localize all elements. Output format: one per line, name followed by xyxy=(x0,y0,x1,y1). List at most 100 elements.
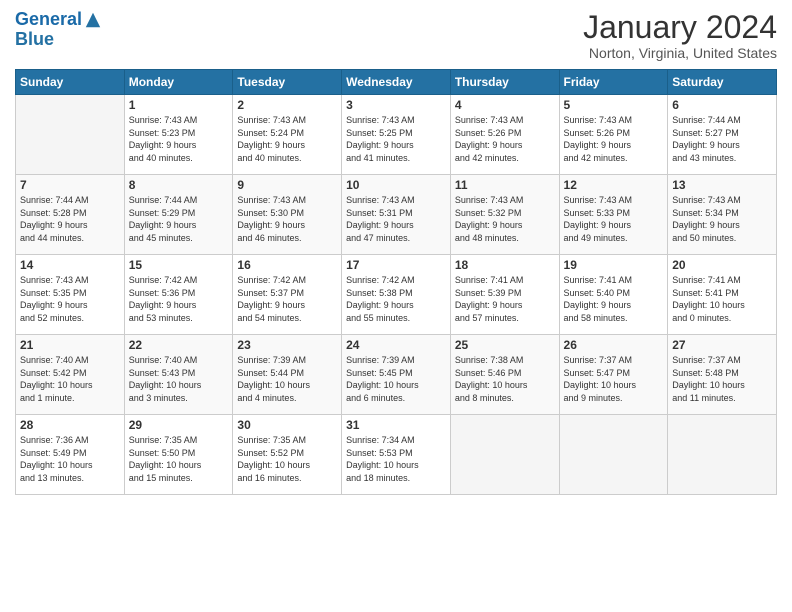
calendar-cell: 9Sunrise: 7:43 AMSunset: 5:30 PMDaylight… xyxy=(233,175,342,255)
day-info: Sunrise: 7:41 AMSunset: 5:39 PMDaylight:… xyxy=(455,274,555,324)
day-number: 30 xyxy=(237,418,337,432)
day-info: Sunrise: 7:43 AMSunset: 5:24 PMDaylight:… xyxy=(237,114,337,164)
week-row-1: 1 Sunrise: 7:43 AMSunset: 5:23 PMDaylight… xyxy=(16,95,777,175)
calendar-cell: 6 Sunrise: 7:44 AMSunset: 5:27 PMDaylight… xyxy=(668,95,777,175)
day-number: 17 xyxy=(346,258,446,272)
month-title: January 2024 xyxy=(583,10,777,45)
week-row-2: 7Sunrise: 7:44 AMSunset: 5:28 PMDaylight… xyxy=(16,175,777,255)
day-info: Sunrise: 7:43 AMSunset: 5:35 PMDaylight:… xyxy=(20,274,120,324)
calendar-cell: 30 Sunrise: 7:35 AMSunset: 5:52 PMDayligh… xyxy=(233,415,342,495)
calendar-cell: 12 Sunrise: 7:43 AMSunset: 5:33 PMDayligh… xyxy=(559,175,668,255)
weekday-header-monday: Monday xyxy=(124,70,233,95)
day-info: Sunrise: 7:42 AMSunset: 5:37 PMDaylight:… xyxy=(237,274,337,324)
main-container: General Blue January 2024 Norton, Virgin… xyxy=(0,0,792,505)
day-info: Sunrise: 7:35 AMSunset: 5:52 PMDaylight:… xyxy=(237,434,337,484)
day-info: Sunrise: 7:39 AMSunset: 5:44 PMDaylight:… xyxy=(237,354,337,404)
day-number: 4 xyxy=(455,98,555,112)
day-number: 20 xyxy=(672,258,772,272)
calendar-cell: 2Sunrise: 7:43 AMSunset: 5:24 PMDaylight… xyxy=(233,95,342,175)
calendar-cell xyxy=(668,415,777,495)
day-number: 6 xyxy=(672,98,772,112)
day-number: 26 xyxy=(564,338,664,352)
calendar-cell: 29 Sunrise: 7:35 AMSunset: 5:50 PMDayligh… xyxy=(124,415,233,495)
day-info: Sunrise: 7:41 AMSunset: 5:40 PMDaylight:… xyxy=(564,274,664,324)
day-info: Sunrise: 7:38 AMSunset: 5:46 PMDaylight:… xyxy=(455,354,555,404)
day-number: 29 xyxy=(129,418,229,432)
calendar-cell: 31 Sunrise: 7:34 AMSunset: 5:53 PMDayligh… xyxy=(342,415,451,495)
calendar-cell: 28Sunrise: 7:36 AMSunset: 5:49 PMDayligh… xyxy=(16,415,125,495)
title-block: January 2024 Norton, Virginia, United St… xyxy=(583,10,777,61)
logo-text: General xyxy=(15,10,82,30)
calendar-cell: 14 Sunrise: 7:43 AMSunset: 5:35 PMDayligh… xyxy=(16,255,125,335)
day-info: Sunrise: 7:43 AMSunset: 5:25 PMDaylight:… xyxy=(346,114,446,164)
calendar-cell: 15Sunrise: 7:42 AMSunset: 5:36 PMDayligh… xyxy=(124,255,233,335)
day-info: Sunrise: 7:43 AMSunset: 5:34 PMDaylight:… xyxy=(672,194,772,244)
day-number: 25 xyxy=(455,338,555,352)
calendar-cell: 18 Sunrise: 7:41 AMSunset: 5:39 PMDayligh… xyxy=(450,255,559,335)
day-info: Sunrise: 7:37 AMSunset: 5:47 PMDaylight:… xyxy=(564,354,664,404)
weekday-header-row: SundayMondayTuesdayWednesdayThursdayFrid… xyxy=(16,70,777,95)
calendar-cell: 8Sunrise: 7:44 AMSunset: 5:29 PMDaylight… xyxy=(124,175,233,255)
day-number: 31 xyxy=(346,418,446,432)
calendar-cell: 21Sunrise: 7:40 AMSunset: 5:42 PMDayligh… xyxy=(16,335,125,415)
header: General Blue January 2024 Norton, Virgin… xyxy=(15,10,777,61)
day-info: Sunrise: 7:44 AMSunset: 5:27 PMDaylight:… xyxy=(672,114,772,164)
day-info: Sunrise: 7:43 AMSunset: 5:31 PMDaylight:… xyxy=(346,194,446,244)
day-info: Sunrise: 7:34 AMSunset: 5:53 PMDaylight:… xyxy=(346,434,446,484)
day-number: 15 xyxy=(129,258,229,272)
calendar-cell: 16 Sunrise: 7:42 AMSunset: 5:37 PMDayligh… xyxy=(233,255,342,335)
day-info: Sunrise: 7:43 AMSunset: 5:32 PMDaylight:… xyxy=(455,194,555,244)
logo: General Blue xyxy=(15,10,102,50)
week-row-3: 14 Sunrise: 7:43 AMSunset: 5:35 PMDayligh… xyxy=(16,255,777,335)
day-info: Sunrise: 7:44 AMSunset: 5:28 PMDaylight:… xyxy=(20,194,120,244)
day-number: 22 xyxy=(129,338,229,352)
day-info: Sunrise: 7:41 AMSunset: 5:41 PMDaylight:… xyxy=(672,274,772,324)
calendar-cell xyxy=(450,415,559,495)
calendar-cell: 22Sunrise: 7:40 AMSunset: 5:43 PMDayligh… xyxy=(124,335,233,415)
calendar-cell xyxy=(559,415,668,495)
day-number: 23 xyxy=(237,338,337,352)
day-info: Sunrise: 7:35 AMSunset: 5:50 PMDaylight:… xyxy=(129,434,229,484)
day-number: 1 xyxy=(129,98,229,112)
calendar-cell: 3Sunrise: 7:43 AMSunset: 5:25 PMDaylight… xyxy=(342,95,451,175)
week-row-5: 28Sunrise: 7:36 AMSunset: 5:49 PMDayligh… xyxy=(16,415,777,495)
calendar-cell: 1 Sunrise: 7:43 AMSunset: 5:23 PMDaylight… xyxy=(124,95,233,175)
day-number: 24 xyxy=(346,338,446,352)
calendar-cell: 26 Sunrise: 7:37 AMSunset: 5:47 PMDayligh… xyxy=(559,335,668,415)
day-number: 9 xyxy=(237,178,337,192)
day-info: Sunrise: 7:43 AMSunset: 5:33 PMDaylight:… xyxy=(564,194,664,244)
calendar-cell: 19 Sunrise: 7:41 AMSunset: 5:40 PMDayligh… xyxy=(559,255,668,335)
day-number: 16 xyxy=(237,258,337,272)
logo-text-blue: Blue xyxy=(15,30,102,50)
day-number: 14 xyxy=(20,258,120,272)
day-number: 27 xyxy=(672,338,772,352)
logo-icon xyxy=(84,11,102,29)
calendar-cell: 25 Sunrise: 7:38 AMSunset: 5:46 PMDayligh… xyxy=(450,335,559,415)
day-info: Sunrise: 7:42 AMSunset: 5:38 PMDaylight:… xyxy=(346,274,446,324)
calendar-cell: 4 Sunrise: 7:43 AMSunset: 5:26 PMDaylight… xyxy=(450,95,559,175)
weekday-header-thursday: Thursday xyxy=(450,70,559,95)
day-number: 19 xyxy=(564,258,664,272)
weekday-header-friday: Friday xyxy=(559,70,668,95)
calendar-cell: 20 Sunrise: 7:41 AMSunset: 5:41 PMDayligh… xyxy=(668,255,777,335)
calendar-cell: 10 Sunrise: 7:43 AMSunset: 5:31 PMDayligh… xyxy=(342,175,451,255)
calendar-cell: 7Sunrise: 7:44 AMSunset: 5:28 PMDaylight… xyxy=(16,175,125,255)
day-info: Sunrise: 7:43 AMSunset: 5:26 PMDaylight:… xyxy=(455,114,555,164)
calendar-cell: 11Sunrise: 7:43 AMSunset: 5:32 PMDayligh… xyxy=(450,175,559,255)
day-info: Sunrise: 7:36 AMSunset: 5:49 PMDaylight:… xyxy=(20,434,120,484)
day-number: 18 xyxy=(455,258,555,272)
day-info: Sunrise: 7:43 AMSunset: 5:26 PMDaylight:… xyxy=(564,114,664,164)
day-info: Sunrise: 7:43 AMSunset: 5:23 PMDaylight:… xyxy=(129,114,229,164)
day-number: 5 xyxy=(564,98,664,112)
calendar-cell: 27Sunrise: 7:37 AMSunset: 5:48 PMDayligh… xyxy=(668,335,777,415)
day-info: Sunrise: 7:40 AMSunset: 5:42 PMDaylight:… xyxy=(20,354,120,404)
day-info: Sunrise: 7:39 AMSunset: 5:45 PMDaylight:… xyxy=(346,354,446,404)
day-info: Sunrise: 7:44 AMSunset: 5:29 PMDaylight:… xyxy=(129,194,229,244)
weekday-header-sunday: Sunday xyxy=(16,70,125,95)
day-number: 12 xyxy=(564,178,664,192)
day-number: 10 xyxy=(346,178,446,192)
day-number: 13 xyxy=(672,178,772,192)
calendar-cell: 17 Sunrise: 7:42 AMSunset: 5:38 PMDayligh… xyxy=(342,255,451,335)
weekday-header-tuesday: Tuesday xyxy=(233,70,342,95)
weekday-header-wednesday: Wednesday xyxy=(342,70,451,95)
